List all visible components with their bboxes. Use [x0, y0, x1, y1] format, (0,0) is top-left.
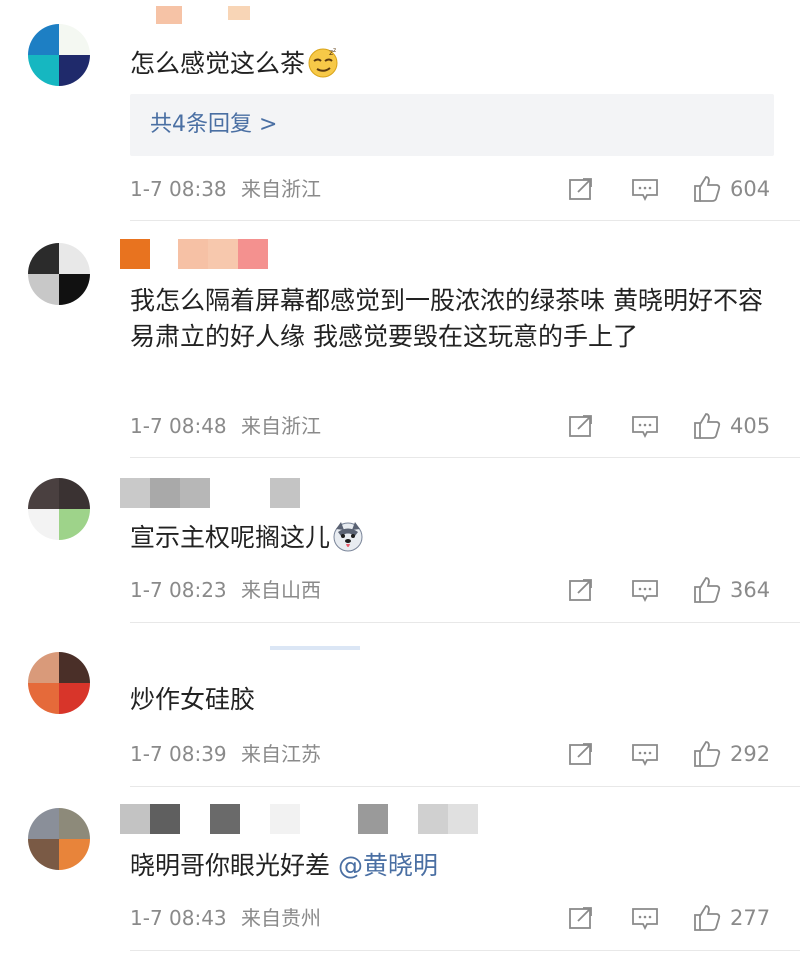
comment-location: 来自山西 [241, 578, 321, 602]
comment-location: 来自浙江 [241, 414, 321, 438]
share-icon[interactable] [566, 903, 596, 933]
smirking-face-emoji: z z [308, 47, 338, 78]
comment-text: 我怎么隔着屏幕都感觉到一股浓浓的绿茶味 黄晓明好不容易肃立的好人缘 我感觉要毁在… [130, 286, 763, 351]
avatar[interactable] [28, 24, 90, 86]
like-count: 364 [730, 578, 771, 602]
comment-text-wrapper: 晓明哥你眼光好差 @黄晓明 [130, 848, 780, 884]
svg-text:z: z [333, 47, 336, 54]
divider [130, 457, 800, 458]
mention-link[interactable]: @黄晓明 [338, 851, 438, 880]
divider [130, 220, 800, 221]
divider [130, 950, 800, 951]
thumbs-up-icon [692, 903, 722, 933]
avatar[interactable] [28, 652, 90, 714]
comment-time: 1-7 08:48 [130, 414, 227, 438]
comment-meta: 1-7 08:43 来自贵州 277 [130, 903, 780, 933]
comment-meta: 1-7 08:48 来自浙江 405 [130, 411, 780, 441]
comment-icon[interactable] [630, 739, 660, 769]
comment-text: 宣示主权呢搁这儿 [130, 523, 331, 552]
comment-meta: 1-7 08:39 来自江苏 292 [130, 739, 780, 769]
thumbs-up-icon [692, 739, 722, 769]
comment-location: 来自贵州 [241, 906, 321, 930]
like-button[interactable]: 277 [692, 903, 800, 933]
comment-meta: 1-7 08:38 来自浙江 604 [130, 174, 780, 204]
comment-time: 1-7 08:39 [130, 742, 227, 766]
like-count: 405 [730, 414, 771, 438]
avatar[interactable] [28, 808, 90, 870]
comment-icon[interactable] [630, 575, 660, 605]
like-count: 277 [730, 906, 771, 930]
husky-face-emoji [333, 522, 363, 552]
comment-icon[interactable] [630, 903, 660, 933]
comment-text: 炒作女硅胶 [130, 685, 256, 714]
avatar[interactable] [28, 478, 90, 540]
share-icon[interactable] [566, 575, 596, 605]
share-icon[interactable] [566, 174, 596, 204]
like-button[interactable]: 364 [692, 575, 800, 605]
like-button[interactable]: 405 [692, 411, 800, 441]
comment-location: 来自浙江 [241, 177, 321, 201]
comment-time: 1-7 08:23 [130, 578, 227, 602]
view-replies-link[interactable]: 共4条回复 > [150, 109, 277, 141]
comment-icon[interactable] [630, 411, 660, 441]
comment-time: 1-7 08:38 [130, 177, 227, 201]
thumbs-up-icon [692, 411, 722, 441]
like-count: 292 [730, 742, 771, 766]
avatar[interactable] [28, 243, 90, 305]
share-icon[interactable] [566, 411, 596, 441]
share-icon[interactable] [566, 739, 596, 769]
thumbs-up-icon [692, 174, 722, 204]
thumbs-up-icon [692, 575, 722, 605]
comment-location: 来自江苏 [241, 742, 321, 766]
comment-text-wrapper: 怎么感觉这么茶 z z [130, 46, 780, 82]
comment-meta: 1-7 08:23 来自山西 364 [130, 575, 780, 605]
comment-icon[interactable] [630, 174, 660, 204]
divider [130, 786, 800, 787]
reply-box[interactable]: 共4条回复 > [130, 94, 774, 156]
like-count: 604 [730, 177, 771, 201]
like-button[interactable]: 292 [692, 739, 800, 769]
comment-text: 怎么感觉这么茶 [130, 49, 306, 78]
divider [130, 622, 800, 623]
comment-text: 晓明哥你眼光好差 [130, 851, 331, 880]
comment-time: 1-7 08:43 [130, 906, 227, 930]
like-button[interactable]: 604 [692, 174, 800, 204]
comment-text-wrapper: 宣示主权呢搁这儿 [130, 520, 780, 556]
